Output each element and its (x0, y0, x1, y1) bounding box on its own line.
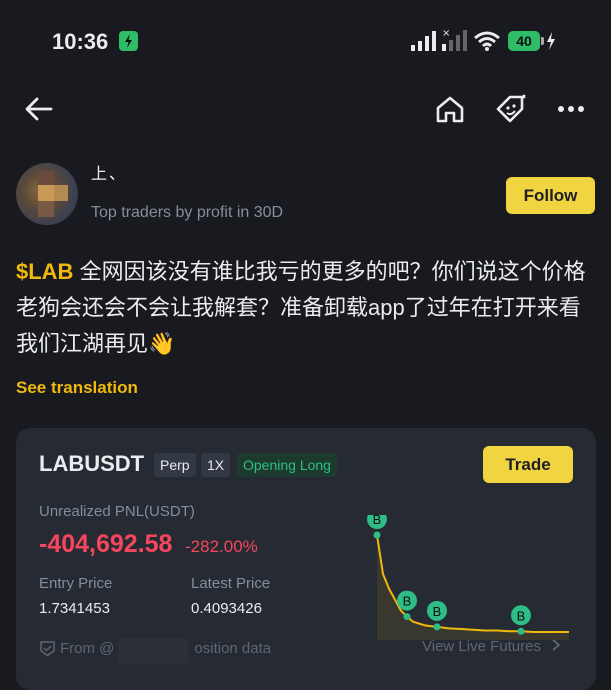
buy-marker-label: B (373, 515, 382, 527)
signal-icon (411, 31, 437, 56)
post-content: $LAB 全网因该没有谁比我亏的更多的吧？你们说这个价格老狗会还会不会让我解套？… (16, 254, 596, 362)
status-time: 10:36 (52, 29, 109, 54)
charging-icon (119, 31, 138, 51)
latest-price-label: Latest Price (191, 575, 271, 592)
buy-marker-label: B (433, 604, 442, 619)
pnl-value: -404,692.58 (39, 530, 173, 558)
source-prefix: From @ (60, 640, 115, 657)
arrow-left-icon (25, 97, 53, 121)
latest-price-value: 0.4093426 (191, 600, 262, 617)
verified-check-icon (39, 640, 56, 662)
author-subtitle: Top traders by profit in 30D (91, 204, 284, 221)
avatar[interactable] (16, 163, 78, 225)
leverage-pill: 1X (201, 453, 231, 477)
pnl-percent: -282.00% (185, 537, 258, 556)
more-button[interactable] (557, 100, 585, 118)
post-text: 全网因该没有谁比我亏的更多的吧？你们说这个价格老狗会还会不会让我解套？准备卸载a… (16, 259, 586, 356)
entry-price-label: Entry Price (39, 575, 113, 592)
chevron-right-icon (552, 639, 561, 651)
battery-level: 40 (508, 31, 540, 51)
chart-area (377, 535, 569, 640)
mini-price-chart: B B B B (367, 515, 569, 640)
home-button[interactable] (435, 95, 465, 123)
buy-marker-dot (373, 531, 381, 539)
home-icon (436, 96, 464, 123)
post-cashtag[interactable]: $LAB (16, 259, 73, 284)
buy-marker-label: B (517, 608, 526, 623)
buy-marker-dot (517, 627, 525, 635)
pnl-label: Unrealized PNL(USDT) (39, 503, 195, 520)
follow-button[interactable]: Follow (506, 177, 595, 214)
battery-tip (541, 37, 544, 45)
perp-pill: Perp (154, 453, 196, 477)
status-badge: Opening Long (237, 453, 337, 477)
buy-marker-dot (403, 613, 411, 621)
source-suffix: osition data (194, 640, 272, 657)
position-symbol: LABUSDT (39, 451, 145, 476)
wifi-icon (473, 30, 501, 57)
back-button[interactable] (24, 96, 54, 122)
see-translation-link[interactable]: See translation (16, 378, 138, 398)
more-dots-icon (558, 106, 584, 112)
buy-marker-dot (433, 623, 441, 631)
view-live-futures-link[interactable]: View Live Futures (422, 638, 563, 655)
tip-button[interactable] (494, 93, 528, 125)
author-name[interactable]: 上、 (91, 160, 127, 184)
waving-hand-emoji: 👋 (148, 331, 176, 356)
buy-marker-label: B (403, 594, 412, 609)
svg-text:×: × (442, 28, 450, 39)
tag-face-icon (496, 94, 526, 123)
view-live-label: View Live Futures (422, 638, 541, 655)
redacted-handle (118, 638, 188, 664)
entry-price-value: 1.7341453 (39, 600, 110, 617)
battery-bolt-icon (546, 32, 556, 55)
trade-button[interactable]: Trade (483, 446, 573, 483)
signal-off-icon: × (442, 28, 468, 56)
